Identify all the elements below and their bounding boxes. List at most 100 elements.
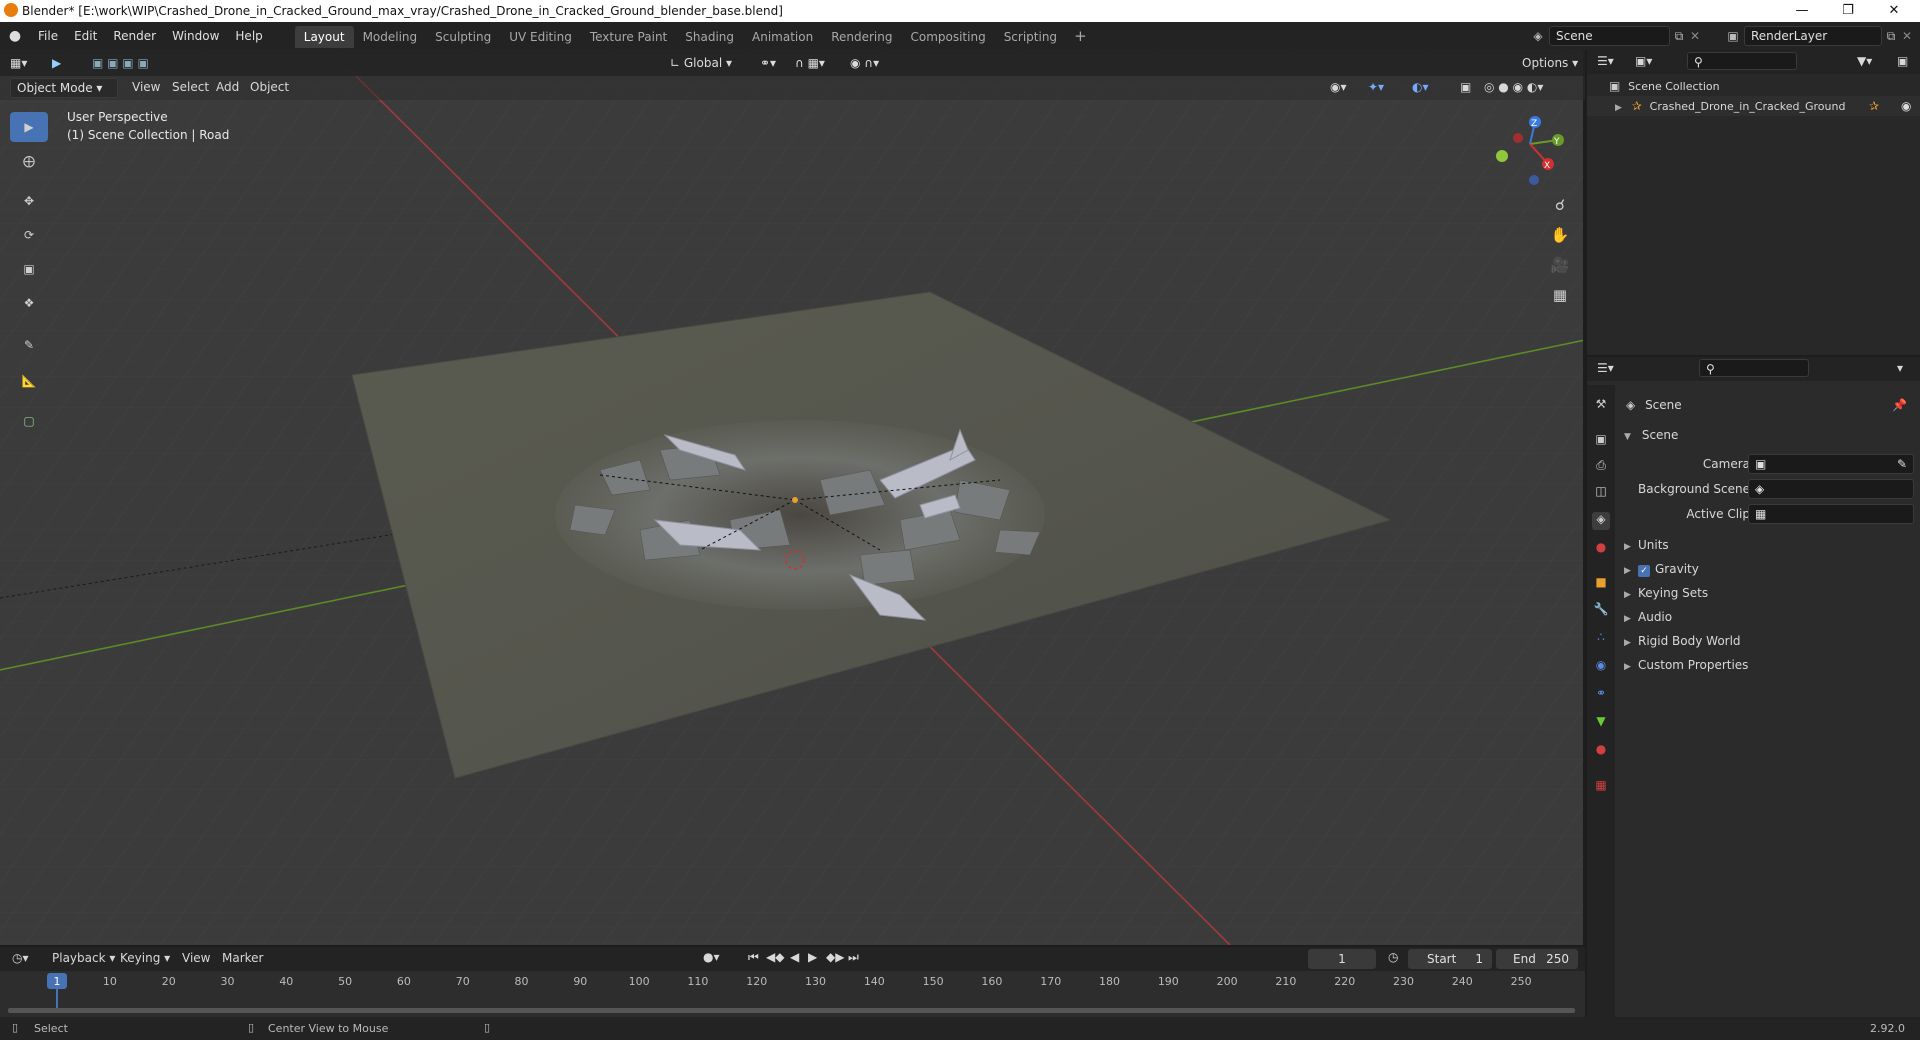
tab-rendering[interactable]: Rendering — [822, 26, 901, 48]
audio-section[interactable]: ▶ Audio — [1620, 606, 1920, 628]
remove-renderlayer-icon[interactable]: ✕ — [1900, 29, 1914, 43]
tool-tab-icon[interactable]: ⚒ — [1592, 397, 1610, 415]
outliner-item-row[interactable]: ▶ ✰ Crashed_Drone_in_Cracked_Ground ✰ ◉ — [1587, 96, 1920, 116]
expand-arrow-icon[interactable]: ▶ — [1615, 103, 1622, 113]
tab-sculpting[interactable]: Sculpting — [426, 26, 500, 48]
physics-tab-icon[interactable]: ◉ — [1592, 658, 1610, 676]
filter-icon[interactable]: ▼▾ — [1857, 54, 1872, 68]
units-section[interactable]: ▶ Units — [1620, 534, 1920, 556]
camera-input[interactable]: ▣ ✎ — [1748, 454, 1914, 474]
proportional-edit-icon[interactable]: ◉ ∩▾ — [850, 50, 879, 76]
jump-end-icon[interactable]: ⏭ — [848, 950, 859, 965]
copy-renderlayer-icon[interactable]: ⧉ — [1882, 29, 1900, 44]
select-mode-icons[interactable]: ▣ ▣ ▣ ▣ — [92, 50, 149, 76]
overlay-toggle-icon[interactable]: ◐▾ — [1412, 80, 1429, 94]
properties-search-input[interactable]: ⚲ — [1699, 359, 1809, 377]
start-frame-field[interactable]: Start 1 — [1408, 949, 1492, 969]
custom-properties-section[interactable]: ▶ Custom Properties — [1620, 654, 1920, 676]
outliner-editor-icon[interactable]: ☰▾ — [1597, 54, 1614, 68]
modifier-tab-icon[interactable]: 🔧 — [1592, 602, 1610, 620]
clock-icon[interactable]: ◷ — [1388, 950, 1398, 964]
background-scene-input[interactable]: ◈ — [1748, 479, 1914, 499]
data-tab-icon[interactable]: ▼ — [1592, 714, 1610, 732]
menu-help[interactable]: Help — [227, 22, 270, 50]
pivot-icon[interactable]: ⚭▾ — [760, 50, 776, 76]
material-tab-icon[interactable]: ● — [1592, 742, 1610, 760]
gizmo-toggle-icon[interactable]: ✦▾ — [1368, 80, 1384, 94]
world-tab-icon[interactable]: ● — [1592, 540, 1610, 558]
scene-selector[interactable]: ◈ Scene ⧉ ✕ — [1527, 25, 1702, 47]
navigation-gizmo[interactable]: Z Y X — [1490, 112, 1570, 192]
minimize-icon[interactable]: — — [1780, 0, 1824, 22]
tab-layout[interactable]: Layout — [294, 26, 354, 48]
shading-modes-icon[interactable]: ◎ ● ◉ ◐▾ — [1484, 80, 1543, 94]
keying-sets-section[interactable]: ▶ Keying Sets — [1620, 582, 1920, 604]
tab-texture-paint[interactable]: Texture Paint — [581, 26, 676, 48]
properties-editor-icon[interactable]: ☰▾ — [1597, 361, 1614, 375]
pan-hand-icon[interactable]: ✋ — [1545, 222, 1575, 248]
rigid-body-world-section[interactable]: ▶ Rigid Body World — [1620, 630, 1920, 652]
options-dropdown[interactable]: Options ▾ — [1522, 50, 1578, 76]
annotate-tool-icon[interactable]: ✎ — [10, 330, 48, 360]
scene-panel-header[interactable]: ▼ Scene — [1620, 424, 1920, 446]
current-frame-field[interactable]: 1 — [1308, 949, 1376, 969]
end-frame-field[interactable]: End 250 — [1496, 949, 1578, 969]
scale-tool-icon[interactable]: ▣ — [10, 254, 48, 284]
gravity-checkbox[interactable]: ✓ — [1638, 565, 1650, 577]
timeline-editor-icon[interactable]: ◷▾ — [12, 951, 29, 965]
blender-menu-icon[interactable]: ● — [0, 28, 30, 44]
timeline-ruler[interactable]: 1 10 20 30 40 50 60 70 80 90 100 110 120 130 140 150 160… — [0, 971, 1585, 1017]
visibility-eye-icon[interactable]: ◉ — [1901, 96, 1911, 116]
active-clip-input[interactable]: ▦ — [1748, 504, 1914, 524]
outliner-root-row[interactable]: ▣ Scene Collection — [1587, 76, 1920, 96]
viewport-scene[interactable] — [0, 50, 1585, 945]
render-tab-icon[interactable]: ▣ — [1592, 432, 1610, 450]
tab-compositing[interactable]: Compositing — [901, 26, 994, 48]
scene-name-field[interactable]: Scene — [1549, 26, 1670, 46]
texture-tab-icon[interactable]: ▦ — [1592, 778, 1610, 796]
particles-tab-icon[interactable]: ∴ — [1592, 630, 1610, 648]
tab-uv-editing[interactable]: UV Editing — [500, 26, 581, 48]
next-keyframe-icon[interactable]: ◆▶ — [826, 950, 844, 964]
add-cube-tool-icon[interactable]: ▢ — [10, 406, 48, 436]
pin-icon[interactable]: 📌 — [1892, 394, 1907, 416]
editor-type-icon[interactable]: ▦▾ — [10, 50, 27, 76]
keying-menu[interactable]: Keying ▾ — [120, 951, 170, 965]
constraints-tab-icon[interactable]: ⚭ — [1592, 686, 1610, 704]
tab-modeling[interactable]: Modeling — [354, 26, 427, 48]
transform-tool-icon[interactable]: ❖ — [10, 288, 48, 318]
playback-menu[interactable]: Playback ▾ — [52, 951, 115, 965]
display-mode-icon[interactable]: ▣▾ — [1635, 54, 1652, 68]
menu-render[interactable]: Render — [105, 22, 164, 50]
output-tab-icon[interactable]: ⎙ — [1592, 458, 1610, 476]
tab-shading[interactable]: Shading — [676, 26, 743, 48]
play-icon[interactable]: ▶ — [808, 950, 817, 964]
restore-icon[interactable]: ❐ — [1826, 0, 1870, 22]
jump-start-icon[interactable]: ⏮ — [748, 950, 759, 965]
renderlayer-selector[interactable]: ▣ RenderLayer ⧉ ✕ — [1722, 25, 1914, 47]
visibility-icon[interactable]: ◉▾ — [1330, 80, 1347, 94]
menu-file[interactable]: File — [30, 22, 66, 50]
play-reverse-icon[interactable]: ◀ — [790, 950, 799, 964]
menu-object[interactable]: Object — [250, 80, 289, 94]
3d-viewport[interactable] — [0, 50, 1585, 945]
menu-add[interactable]: Add — [216, 80, 239, 94]
select-box-tool-icon[interactable]: ▶ — [10, 112, 48, 142]
timeline-scrollbar[interactable] — [8, 1008, 1575, 1013]
menu-marker[interactable]: Marker — [222, 951, 263, 965]
remove-scene-icon[interactable]: ✕ — [1688, 29, 1702, 43]
tab-animation[interactable]: Animation — [743, 26, 822, 48]
record-icon[interactable]: ●▾ — [703, 950, 720, 964]
view-layer-tab-icon[interactable]: ◫ — [1592, 484, 1610, 502]
select-tool-icon[interactable]: ▶ — [52, 50, 61, 76]
snap-icon[interactable]: ∩ ▦▾ — [795, 50, 825, 76]
eyedropper-icon[interactable]: ✎ — [1897, 455, 1907, 473]
xray-icon[interactable]: ▣ — [1460, 80, 1471, 94]
outliner-search-input[interactable]: ⚲ — [1687, 52, 1797, 70]
ortho-toggle-icon[interactable]: ▦ — [1545, 282, 1575, 308]
menu-select[interactable]: Select — [172, 80, 209, 94]
camera-view-icon[interactable]: 🎥 — [1545, 252, 1575, 278]
tab-scripting[interactable]: Scripting — [995, 26, 1066, 48]
object-mode-dropdown[interactable]: Object Mode ▾ — [10, 78, 118, 98]
copy-scene-icon[interactable]: ⧉ — [1670, 29, 1688, 44]
